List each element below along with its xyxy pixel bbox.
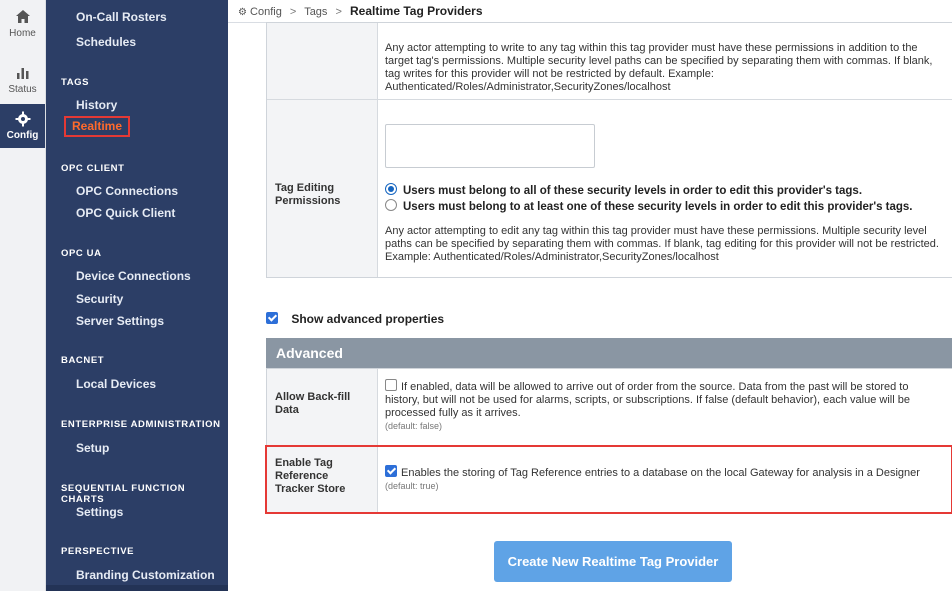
sidebar-scroll-edge — [46, 585, 228, 591]
sidebar-item-schedules[interactable]: Schedules — [76, 35, 136, 49]
radio-any-level[interactable]: Users must belong to at least one of the… — [385, 199, 913, 213]
sidebar-section-opc-client: OPC CLIENT — [61, 163, 125, 174]
radio-all-levels-button[interactable] — [385, 183, 397, 195]
sidebar-item-local-devices[interactable]: Local Devices — [76, 377, 156, 391]
write-permissions-description: Any actor attempting to write to any tag… — [385, 42, 933, 93]
sidebar-section-sequential-function-charts: SEQUENTIAL FUNCTION CHARTS — [61, 483, 186, 505]
sidebar-section-perspective: PERSPECTIVE — [61, 546, 135, 557]
breadcrumb-tags[interactable]: Tags — [304, 6, 327, 18]
backfill-label-cell: Allow Back-fill Data — [267, 369, 378, 445]
tag-editing-permissions-label: Tag Editing Permissions — [275, 182, 341, 207]
sidebar-item-on-call-rosters[interactable]: On-Call Rosters — [76, 10, 167, 24]
rail-config-label: Config — [6, 130, 39, 141]
highlight-box — [265, 445, 952, 514]
home-icon — [15, 10, 30, 23]
breadcrumb-config[interactable]: Config — [250, 6, 282, 18]
breadcrumb-separator: > — [289, 6, 297, 18]
icon-rail: Home Status Config — [0, 0, 46, 591]
sidebar-item-opc-connections[interactable]: OPC Connections — [76, 184, 178, 198]
write-permissions-label-cell — [267, 23, 378, 99]
rail-home-label: Home — [9, 28, 36, 39]
show-advanced-label: Show advanced properties — [291, 312, 445, 326]
rail-config[interactable]: Config — [0, 104, 45, 148]
sidebar-item-settings[interactable]: Settings — [76, 505, 123, 519]
radio-any-level-label: Users must belong to at least one of the… — [403, 201, 913, 213]
sidebar-item-branding-customization[interactable]: Branding Customization — [76, 568, 215, 582]
breadcrumb-separator: > — [335, 6, 342, 18]
sidebar-item-history[interactable]: History — [76, 98, 117, 112]
sidebar-item-server-settings[interactable]: Server Settings — [76, 314, 164, 328]
sidebar-section-enterprise-administration: ENTERPRISE ADMINISTRATION — [61, 419, 221, 430]
breadcrumb-current: Realtime Tag Providers — [350, 4, 483, 18]
create-realtime-tag-provider-button[interactable]: Create New Realtime Tag Provider — [494, 541, 732, 582]
show-advanced-checkbox[interactable] — [266, 312, 278, 324]
tag-editing-permissions-label-cell: Tag Editing Permissions — [267, 100, 378, 277]
backfill-description-block: If enabled, data will be allowed to arri… — [385, 379, 945, 433]
sidebar-item-realtime[interactable]: Realtime — [64, 116, 131, 137]
breadcrumb: ⚙ Config > Tags > Realtime Tag Providers — [228, 0, 952, 23]
breadcrumb-gear-icon: ⚙ — [238, 7, 247, 18]
chart-bars-icon — [16, 68, 28, 79]
sidebar-section-opc-ua: OPC UA — [61, 248, 102, 259]
settings-table: Any actor attempting to write to any tag… — [266, 22, 952, 278]
backfill-label: Allow Back-fill Data — [275, 391, 351, 416]
sidebar-section-bacnet: BACNET — [61, 355, 105, 366]
config-sidebar: On-Call Rosters Schedules TAGS History R… — [46, 0, 228, 591]
advanced-header-label: Advanced — [276, 345, 343, 361]
backfill-checkbox[interactable] — [385, 379, 397, 391]
rail-status[interactable]: Status — [0, 64, 45, 100]
sidebar-item-setup[interactable]: Setup — [76, 441, 109, 455]
gear-icon — [15, 111, 30, 127]
backfill-description: If enabled, data will be allowed to arri… — [385, 381, 910, 419]
tag-editing-permissions-description: Any actor attempting to edit any tag wit… — [385, 225, 939, 263]
radio-all-levels[interactable]: Users must belong to all of these securi… — [385, 183, 862, 197]
sidebar-section-tags: TAGS — [61, 77, 90, 88]
show-advanced-properties[interactable]: Show advanced properties — [266, 312, 444, 326]
rail-status-label: Status — [8, 84, 37, 95]
radio-all-levels-label: Users must belong to all of these securi… — [403, 185, 863, 197]
radio-any-level-button[interactable] — [385, 199, 397, 211]
sidebar-item-security[interactable]: Security — [76, 292, 123, 306]
tag-editing-permissions-textarea[interactable] — [385, 124, 595, 168]
backfill-default: (default: false) — [385, 421, 443, 431]
sidebar-item-opc-quick-client[interactable]: OPC Quick Client — [76, 206, 175, 220]
rail-home[interactable]: Home — [0, 8, 45, 44]
advanced-section-header: Advanced — [266, 338, 952, 368]
sidebar-item-device-connections[interactable]: Device Connections — [76, 269, 191, 283]
